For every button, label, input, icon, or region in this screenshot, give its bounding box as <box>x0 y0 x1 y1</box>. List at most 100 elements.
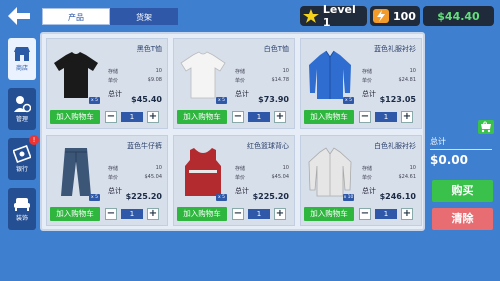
price-value: $45.04 <box>144 174 163 180</box>
manage-icon <box>14 96 31 113</box>
add-to-cart-button[interactable]: 加入购物车 <box>50 207 100 221</box>
star-icon <box>302 9 319 23</box>
add-to-cart-button[interactable]: 加入购物车 <box>177 207 227 221</box>
lightning-icon <box>373 9 389 23</box>
price-value: $24.81 <box>398 77 417 83</box>
quantity-value: 1 <box>375 112 397 122</box>
money-display: $44.40 <box>423 6 494 26</box>
stock-value: 10 <box>282 165 289 171</box>
pack-size-badge: x 5 <box>89 194 100 201</box>
product-name: 蓝色牛仔裤 <box>127 142 162 150</box>
decrease-button[interactable]: − <box>359 208 371 220</box>
sidebar-item-label: 管理 <box>15 116 28 123</box>
increase-button[interactable]: + <box>147 111 159 123</box>
price-label: 单价 <box>108 78 119 84</box>
sidebar: 商店 管理 银行 ! 装饰 <box>8 38 39 238</box>
product-card: 红色篮球背心 存储 10 单价 $45.04 总计 $225.20 x 5 加入… <box>173 135 295 226</box>
add-to-cart-button[interactable]: 加入购物车 <box>304 110 354 124</box>
product-card: 白色T恤 存储 10 单价 $14.78 总计 $73.90 x 5 加入购物车… <box>173 38 295 129</box>
price-label: 单价 <box>362 175 373 181</box>
stock-label: 存储 <box>108 69 119 75</box>
product-name: 白色礼服衬衫 <box>374 142 416 150</box>
quantity-value: 1 <box>248 112 270 122</box>
cart-total-value: $0.00 <box>430 153 468 167</box>
tshirt-image <box>180 51 226 99</box>
jersey-image <box>185 148 221 196</box>
total-label: 总计 <box>362 187 376 195</box>
price-value: $14.78 <box>271 77 290 83</box>
total-value: $225.20 <box>125 192 162 201</box>
quantity-value: 1 <box>121 209 143 219</box>
product-name: 蓝色礼服衬衫 <box>374 45 416 53</box>
jeans-image <box>61 148 91 196</box>
price-label: 单价 <box>235 78 246 84</box>
decrease-button[interactable]: − <box>232 111 244 123</box>
buy-button[interactable]: 购买 <box>432 180 493 202</box>
sidebar-item-bank[interactable]: 银行 ! <box>8 135 39 180</box>
stock-value: 10 <box>409 165 416 171</box>
pack-size-badge: x 5 <box>89 97 100 104</box>
price-label: 单价 <box>362 78 373 84</box>
total-label: 总计 <box>235 90 249 98</box>
sidebar-item-label: 商店 <box>15 65 28 72</box>
price-label: 单价 <box>235 175 246 181</box>
product-name: 白色T恤 <box>263 45 289 53</box>
add-to-cart-button[interactable]: 加入购物车 <box>177 110 227 124</box>
price-value: $45.04 <box>271 174 290 180</box>
decrease-button[interactable]: − <box>105 208 117 220</box>
back-arrow-icon <box>8 7 30 25</box>
stock-value: 10 <box>409 68 416 74</box>
price-label: 单价 <box>108 175 119 181</box>
total-label: 总计 <box>108 187 122 195</box>
increase-button[interactable]: + <box>274 208 286 220</box>
quantity-value: 1 <box>248 209 270 219</box>
tab-products[interactable]: 产品 <box>42 8 110 25</box>
pack-size-badge: x 10 <box>343 194 354 201</box>
increase-button[interactable]: + <box>401 208 413 220</box>
add-to-cart-button[interactable]: 加入购物车 <box>50 110 100 124</box>
clear-button[interactable]: 清除 <box>432 208 493 230</box>
notification-badge: ! <box>29 135 39 145</box>
decrease-button[interactable]: − <box>232 208 244 220</box>
decrease-button[interactable]: − <box>105 111 117 123</box>
decrease-button[interactable]: − <box>359 111 371 123</box>
total-value: $225.20 <box>252 192 289 201</box>
increase-button[interactable]: + <box>274 111 286 123</box>
stock-label: 存储 <box>235 69 246 75</box>
cart-divider <box>430 149 492 150</box>
sidebar-item-shop[interactable]: 商店 <box>8 38 36 80</box>
stock-value: 10 <box>282 68 289 74</box>
energy-value: 100 <box>393 9 416 23</box>
energy-indicator: 100 <box>370 6 420 26</box>
product-card: 黑色T恤 存储 10 单价 $9.08 总计 $45.40 x 5 加入购物车 … <box>46 38 168 129</box>
sidebar-item-label: 银行 <box>15 166 28 173</box>
total-label: 总计 <box>235 187 249 195</box>
increase-button[interactable]: + <box>147 208 159 220</box>
product-name: 黑色T恤 <box>136 45 162 53</box>
stock-label: 存储 <box>108 166 119 172</box>
product-grid: 黑色T恤 存储 10 单价 $9.08 总计 $45.40 x 5 加入购物车 … <box>40 32 425 231</box>
total-value: $246.10 <box>379 192 416 201</box>
total-value: $123.05 <box>379 95 416 104</box>
total-label: 总计 <box>362 90 376 98</box>
stock-label: 存储 <box>235 166 246 172</box>
product-card: 白色礼服衬衫 存储 10 单价 $24.61 总计 $246.10 x 10 加… <box>300 135 422 226</box>
stock-label: 存储 <box>362 166 373 172</box>
increase-button[interactable]: + <box>401 111 413 123</box>
pack-size-badge: x 5 <box>343 97 354 104</box>
sidebar-item-label: 装饰 <box>15 215 28 222</box>
bank-icon <box>13 145 31 163</box>
sidebar-item-decor[interactable]: 装饰 <box>8 188 36 230</box>
shop-icon <box>14 47 30 61</box>
product-card: 蓝色牛仔裤 存储 10 单价 $45.04 总计 $225.20 x 5 加入购… <box>46 135 168 226</box>
sidebar-item-manage[interactable]: 管理 <box>8 88 36 130</box>
pack-size-badge: x 5 <box>216 194 227 201</box>
back-button[interactable] <box>6 5 32 27</box>
level-label: Level 1 <box>322 3 356 29</box>
stock-label: 存储 <box>362 69 373 75</box>
pack-size-badge: x 5 <box>216 97 227 104</box>
tab-shelves[interactable]: 货架 <box>110 8 178 25</box>
stock-value: 10 <box>155 68 162 74</box>
stock-value: 10 <box>155 165 162 171</box>
add-to-cart-button[interactable]: 加入购物车 <box>304 207 354 221</box>
